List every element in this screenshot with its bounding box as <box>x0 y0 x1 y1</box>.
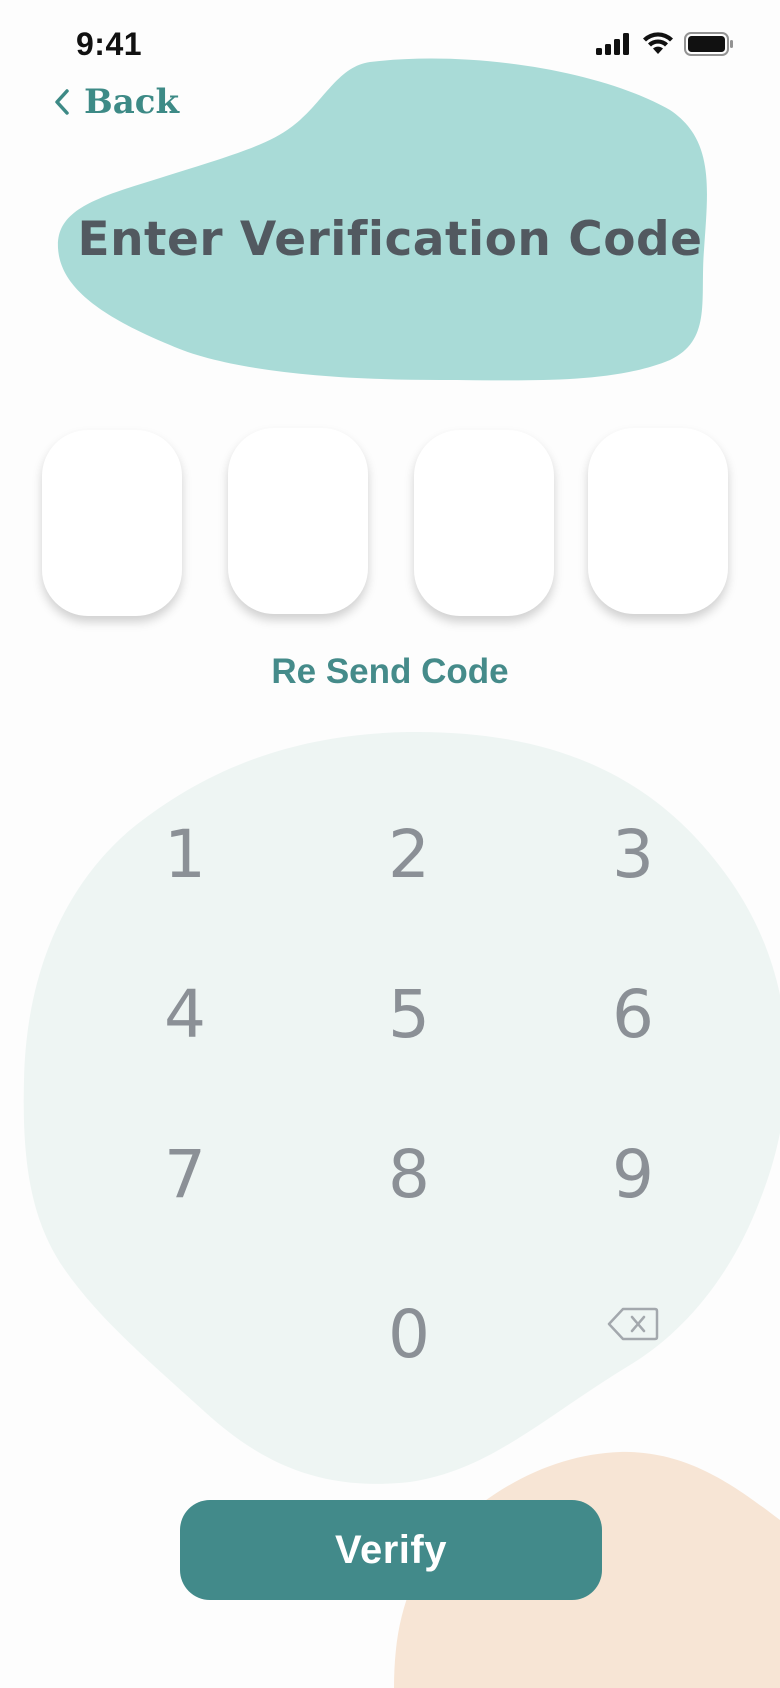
keypad-key-label: 0 <box>388 1295 430 1373</box>
chevron-left-icon <box>55 89 69 115</box>
page-title: Enter Verification Code <box>77 212 703 267</box>
backspace-icon <box>607 1307 659 1341</box>
keypad-key-6[interactable]: 6 <box>553 954 713 1074</box>
status-bar: 9:41 <box>0 0 780 92</box>
keypad-key-3[interactable]: 3 <box>553 794 713 914</box>
keypad-key-label: 8 <box>388 1135 430 1213</box>
cellular-signal-icon <box>596 33 629 55</box>
keypad-key-2[interactable]: 2 <box>329 794 489 914</box>
keypad-key-label: 1 <box>164 815 206 893</box>
keypad-key-0[interactable]: 0 <box>329 1274 489 1394</box>
resend-code-link[interactable]: Re Send Code <box>0 652 780 692</box>
verify-button[interactable]: Verify <box>180 1500 602 1600</box>
keypad-key-label: 5 <box>388 975 430 1053</box>
keypad-key-label: 3 <box>612 815 654 893</box>
keypad-key-1[interactable]: 1 <box>105 794 265 914</box>
keypad-key-label: 4 <box>164 975 206 1053</box>
status-time: 9:41 <box>76 26 143 62</box>
back-label: Back <box>84 82 180 122</box>
battery-icon <box>684 32 733 56</box>
keypad-key-label: 9 <box>612 1135 654 1213</box>
status-icons <box>596 32 734 56</box>
code-digit-2-input[interactable] <box>228 428 368 614</box>
code-digit-4-input[interactable] <box>588 428 728 614</box>
keypad-key-label: 2 <box>388 815 430 893</box>
keypad-key-5[interactable]: 5 <box>329 954 489 1074</box>
keypad-key-label: 7 <box>164 1135 206 1213</box>
keypad-key-label: 6 <box>612 975 654 1053</box>
keypad-key-4[interactable]: 4 <box>105 954 265 1074</box>
keypad-key-7[interactable]: 7 <box>105 1114 265 1234</box>
keypad-backspace-button[interactable] <box>553 1264 713 1384</box>
verification-screen: 9:41 Back Enter Verification Code Re Sen… <box>0 0 780 1688</box>
wifi-icon <box>643 32 673 54</box>
keypad-key-8[interactable]: 8 <box>329 1114 489 1234</box>
code-digit-1-input[interactable] <box>42 430 182 616</box>
back-button[interactable]: Back <box>54 82 179 122</box>
code-digit-3-input[interactable] <box>414 430 554 616</box>
keypad-key-9[interactable]: 9 <box>553 1114 713 1234</box>
